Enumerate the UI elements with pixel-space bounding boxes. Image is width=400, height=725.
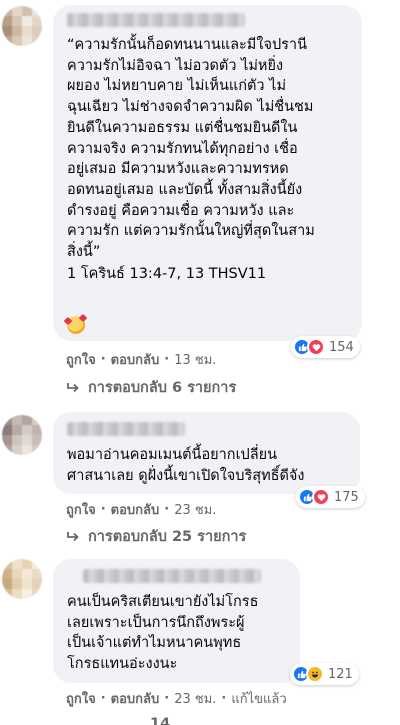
haha-reaction-icon	[306, 665, 324, 683]
comment-text: พอมาอ่านคอมเมนต์นี้อยากเปลี่ยน ศาสนาเลย …	[67, 445, 305, 486]
comment-text: คนเป็นคริสเตียนเขายังไม่โกรธ เลยเพราะเป็…	[67, 592, 258, 675]
replies-count-label: การตอบกลับ 6 รายการ	[88, 380, 237, 396]
comment-line: เป็นเจ้าแต่ทำไมหนาคนพุทธ	[67, 635, 242, 652]
reply-arrow-icon	[66, 531, 80, 543]
reaction-count: 154	[329, 339, 354, 355]
author-name-blurred[interactable]	[83, 569, 261, 583]
comment-line: ความรักไม่อิจฉา ไม่อวดตัว ไม่หยิ่ง	[67, 57, 284, 74]
comment-line: “ความรักนั้นก็อดทนนานและมีใจปรานี	[67, 37, 307, 53]
like-button[interactable]: ถูกใจ	[66, 349, 96, 370]
comment-actions: ถูกใจ · ตอบกลับ · 13 ชม.	[66, 349, 216, 370]
bible-reference: 1 โครินธ์ 13:4-7, 13 THSV11	[67, 265, 267, 282]
comment-bubble: พอมาอ่านคอมเมนต์นี้อยากเปลี่ยน ศาสนาเลย …	[53, 412, 360, 494]
view-replies-link[interactable]: การตอบกลับ 25 รายการ	[66, 525, 246, 548]
comment-line: คนเป็นคริสเตียนเขายังไม่โกรธ	[67, 594, 259, 610]
comment-line: สิ่งนี้”	[67, 244, 101, 261]
comment-line: ดำรงอยู่ คือความเชื่อ ความหวัง และ	[67, 202, 295, 219]
comment-bubble: “ความรักนั้นก็อดทนนานและมีใจปรานี ความรั…	[53, 5, 362, 341]
comment-3: คนเป็นคริสเตียนเขายังไม่โกรธ เลยเพราะเป็…	[0, 0, 400, 707]
avatar[interactable]	[2, 415, 42, 455]
author-name-blurred[interactable]	[67, 13, 245, 27]
comment-1: “ความรักนั้นก็อดทนนานและมีใจปรานี ความรั…	[0, 0, 400, 400]
comment-line: ความรัก แต่ความรักนั้นใหญ่ที่สุดในสาม	[67, 223, 315, 240]
avatar[interactable]	[2, 559, 42, 599]
comment-thread: “ความรักนั้นก็อดทนนานและมีใจปรานี ความรั…	[0, 0, 400, 725]
reaction-summary[interactable]: 154	[291, 336, 360, 358]
comment-line: เลยเพราะเป็นการนึกถึงพระผู้	[67, 614, 245, 631]
comment-line: ยินดีในความอธรรม แต่ชื่นชมยินดีใน	[67, 119, 298, 136]
like-button[interactable]: ถูกใจ	[66, 688, 96, 709]
reaction-summary[interactable]: 121	[290, 663, 359, 685]
reply-button[interactable]: ตอบกลับ	[111, 688, 160, 709]
edited-label[interactable]: แก้ไขแล้ว	[231, 688, 286, 709]
love-reaction-icon	[307, 338, 325, 356]
comment-actions: ถูกใจ · ตอบกลับ · 23 ชม.	[66, 499, 216, 520]
reaction-count: 175	[334, 489, 359, 505]
partial-replies-link[interactable]: 14	[150, 716, 170, 725]
love-reaction-icon	[312, 488, 330, 506]
comment-text: “ความรักนั้นก็อดทนนานและมีใจปรานี ความรั…	[67, 35, 315, 285]
smiling-face-with-hearts-icon	[63, 313, 88, 334]
reaction-count: 121	[328, 666, 353, 682]
timestamp[interactable]: 23 ชม.	[174, 688, 216, 709]
author-name-blurred[interactable]	[67, 422, 185, 436]
comment-line: ศาสนาเลย ดูฝั่งนี้เขาเปิดใจบริสุทธิ์ดีจั…	[67, 467, 305, 484]
comment-line: ความจริง ความรักทนได้ทุกอย่าง เชื่อ	[67, 140, 298, 157]
comment-line: อยู่เสมอ มีความหวังและความทรหด	[67, 161, 289, 178]
avatar[interactable]	[2, 6, 42, 46]
timestamp[interactable]: 13 ชม.	[174, 349, 216, 370]
replies-count-label: การตอบกลับ 25 รายการ	[88, 529, 247, 545]
comment-actions: ถูกใจ · ตอบกลับ · 23 ชม. · แก้ไขแล้ว	[66, 688, 287, 709]
view-replies-link[interactable]: การตอบกลับ 6 รายการ	[66, 376, 236, 399]
comment-line: พอมาอ่านคอมเมนต์นี้อยากเปลี่ยน	[67, 447, 278, 463]
reply-button[interactable]: ตอบกลับ	[111, 499, 160, 520]
like-button[interactable]: ถูกใจ	[66, 499, 96, 520]
comment-line: ฉุนเฉียว ไม่ช่างจดจำความผิด ไม่ชื่นชม	[67, 99, 314, 116]
reply-button[interactable]: ตอบกลับ	[111, 349, 160, 370]
comment-line: โกรธแทนอ่ะงงนะ	[67, 656, 178, 673]
reaction-summary[interactable]: 175	[296, 486, 365, 508]
comment-line: อดทนอยู่เสมอ และบัดนี้ ทั้งสามสิ่งนี้ยัง	[67, 181, 303, 198]
comment-bubble: คนเป็นคริสเตียนเขายังไม่โกรธ เลยเพราะเป็…	[53, 559, 300, 683]
partial-text: 14	[150, 716, 171, 725]
comment-line: ผยอง ไม่หยาบคาย ไม่เห็นแก่ตัว ไม่	[67, 78, 287, 95]
reply-arrow-icon	[66, 382, 80, 394]
timestamp[interactable]: 23 ชม.	[174, 499, 216, 520]
